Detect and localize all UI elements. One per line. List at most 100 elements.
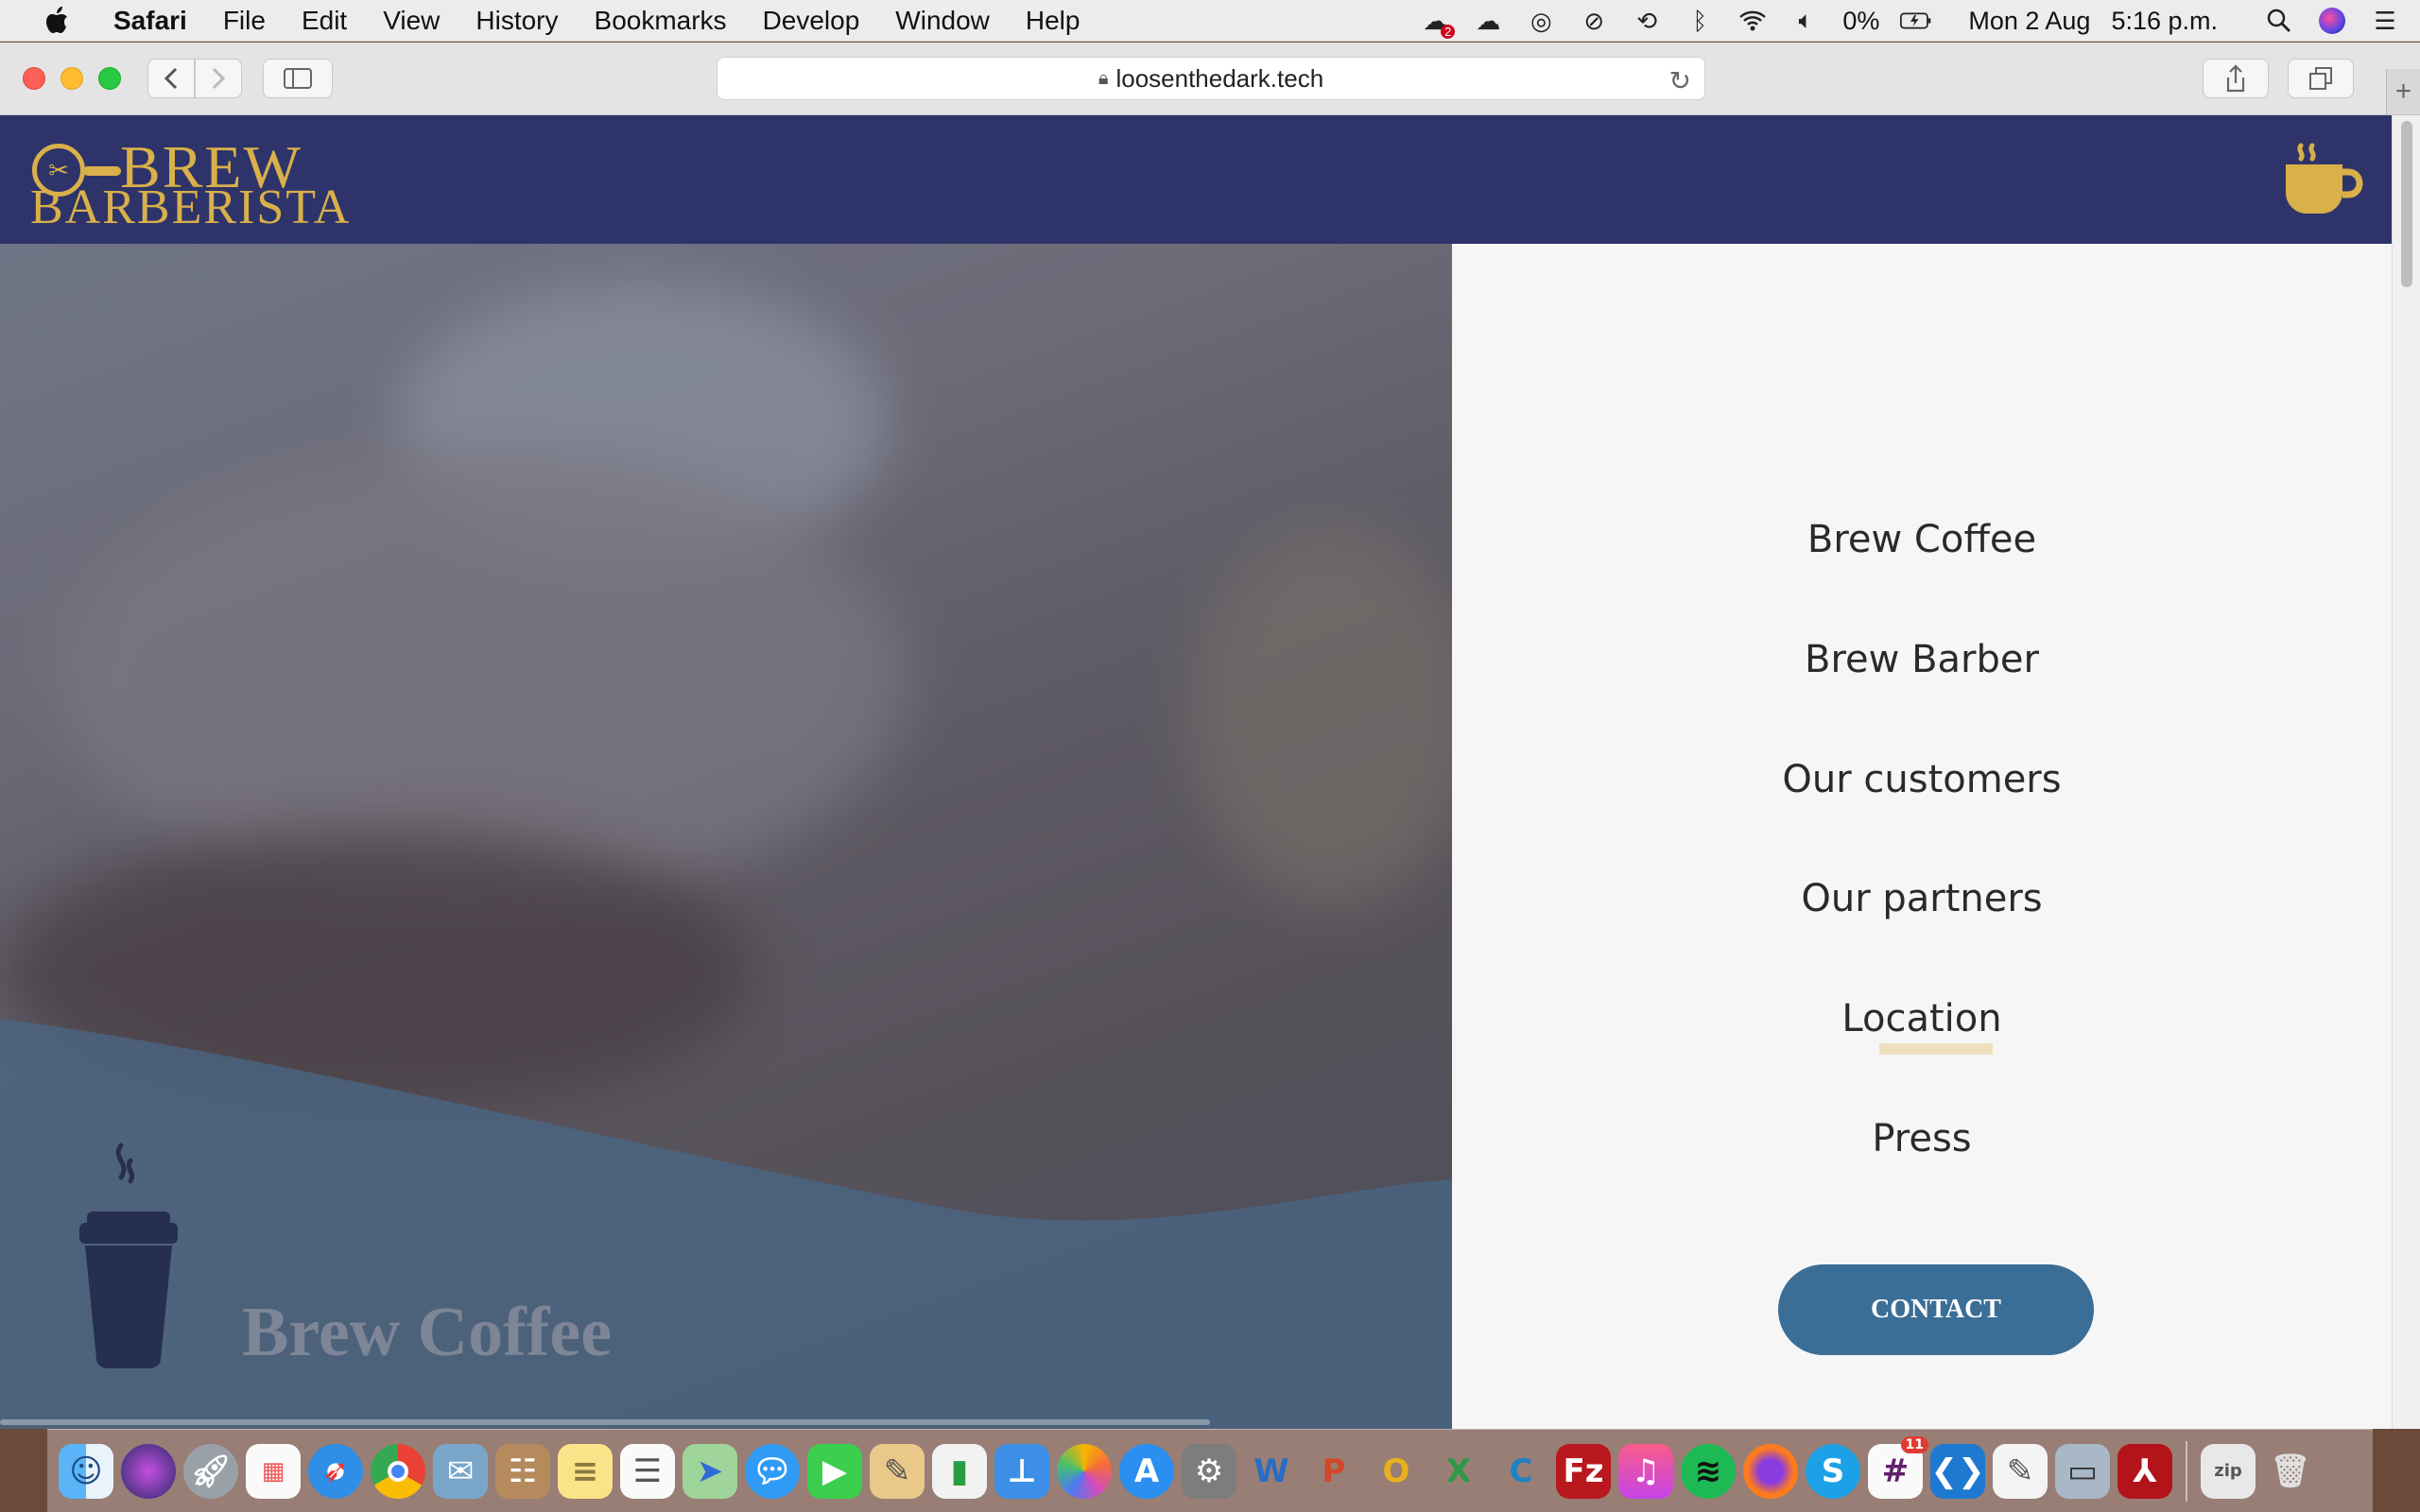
close-window-button[interactable] [23,67,45,90]
creative-cloud-icon[interactable]: ☁ 2 [1419,5,1456,39]
menu-window[interactable]: Window [895,6,990,36]
menu-bar: Safari File Edit View History Bookmarks … [0,0,2420,42]
wifi-icon[interactable] [1737,5,1769,37]
messages-icon[interactable]: 💬︎ [745,1443,800,1499]
mail-icon[interactable]: ✉ [433,1443,488,1499]
menu-edit[interactable]: Edit [302,6,347,36]
spotlight-search-icon[interactable] [2263,5,2295,37]
safari-icon[interactable]: ➶ [308,1443,363,1499]
siri-icon[interactable] [121,1443,176,1499]
menu-file[interactable]: File [223,6,266,36]
slack-icon[interactable]: #11 [1868,1435,1928,1499]
reload-icon[interactable]: ↻ [1669,65,1691,96]
coffee-cup-menu-icon[interactable] [2280,142,2365,217]
menu-link-brew-coffee[interactable]: Brew Coffee [1452,518,2392,561]
menu-link-press[interactable]: Press [1452,1117,2392,1160]
facetime-icon[interactable]: ▶ [807,1443,862,1499]
minimize-window-button[interactable] [60,67,83,90]
hero-blue-wave [0,1019,1452,1429]
vscode-icon[interactable]: ❮❯ [1930,1443,1985,1499]
site-logo[interactable]: ✂ BREW BARBERISTA [30,132,349,236]
excel-icon[interactable]: X [1431,1444,1486,1499]
new-tab-button[interactable]: + [2386,69,2420,114]
press-underline [1879,1043,1993,1055]
finder-icon[interactable]: ☺ [59,1443,113,1499]
menu-link-our-customers[interactable]: Our customers [1452,758,2392,801]
battery-percent: 0% [1842,6,1880,35]
menu-bookmarks[interactable]: Bookmarks [595,6,727,36]
siri-icon[interactable] [2316,5,2348,37]
forward-button[interactable] [195,59,242,98]
system-preferences-icon[interactable]: ⚙ [1182,1443,1236,1499]
app-store-icon[interactable]: A [1119,1443,1174,1499]
word-icon[interactable]: W [1244,1444,1299,1499]
spotify-icon[interactable]: ≋ [1681,1443,1736,1499]
notes-icon[interactable]: ≡ [558,1443,613,1499]
menu-link-our-partners[interactable]: Our partners [1452,877,2392,920]
photos-icon[interactable] [1057,1443,1112,1499]
hero-title: Brew Coffee [242,1294,613,1371]
powerpoint-icon[interactable]: P [1306,1444,1361,1499]
preview-icon[interactable]: ✎ [870,1443,925,1499]
music-icon[interactable]: ♫ [1618,1443,1673,1499]
screenshot-icon[interactable]: ▭ [2055,1443,2110,1499]
acrobat-icon[interactable]: ⅄ [2118,1443,2172,1499]
volume-icon[interactable]: 🔈︎ [1789,5,1822,37]
apple-icon[interactable] [38,6,76,35]
menu-history[interactable]: History [475,6,558,36]
time-machine-icon[interactable]: ⟲ [1631,5,1663,37]
address-bar[interactable]: 🔒︎ loosenthedark.tech ↻ [717,57,1705,100]
contacts-icon[interactable]: ☷ [495,1443,550,1499]
cloud-badge: 2 [1441,25,1456,39]
page-scrollbar[interactable] [2392,115,2420,1429]
firefox-icon[interactable] [1743,1443,1798,1499]
apps-grid-icon[interactable]: ▦ [246,1443,301,1499]
logo-barberista-text: BARBERISTA [30,180,352,234]
scrollbar-thumb[interactable] [2401,121,2412,287]
creative-cloud-sync-icon[interactable]: ◎ [1525,5,1557,37]
lock-icon: 🔒︎ [1098,67,1109,89]
url-text: loosenthedark.tech [1115,63,1324,93]
menu-view[interactable]: View [383,6,440,36]
zoom-window-button[interactable] [98,67,121,90]
numbers-icon[interactable]: ▮ [932,1443,987,1499]
archive-icon[interactable]: zip [2201,1443,2256,1499]
clock-date[interactable]: Mon 2 Aug [1968,7,2090,36]
contact-button[interactable]: CONTACT [1778,1264,2094,1355]
web-page: ✂ BREW BARBERISTA Brew Coffee Brew Coffe… [0,115,2392,1429]
menu-link-brew-barber[interactable]: Brew Barber [1452,638,2392,681]
dock: ☺ 🚀︎ ▦ ➶ ✉ ☷ ≡ ☰ ➤ 💬︎ ▶ ✎ ▮ ⊥ A ⚙ W P O … [47,1429,2373,1512]
browser-toolbar: 🔒︎ loosenthedark.tech ↻ + [0,43,2420,115]
status-area: ☁ 2 ☁ ◎ ⊘ ⟲ ᛒ 🔈︎ 0% Mon 2 Aug 5:16 p.m. ☰ [1419,0,2401,42]
keynote-icon[interactable]: ⊥ [994,1443,1049,1499]
battery-icon[interactable] [1900,5,1932,37]
site-header: ✂ BREW BARBERISTA [0,115,2392,244]
skype-icon[interactable]: S [1806,1443,1860,1499]
logo-handle [83,166,121,176]
launchpad-icon[interactable]: 🚀︎ [183,1443,238,1499]
outlook-icon[interactable]: O [1369,1444,1424,1499]
clock-time[interactable]: 5:16 p.m. [2111,7,2218,36]
menu-link-location[interactable]: Location [1452,997,2392,1040]
menu-develop[interactable]: Develop [763,6,860,36]
share-button[interactable] [2203,59,2269,98]
sidebar-toggle-button[interactable] [263,59,333,98]
maps-icon[interactable]: ➤ [683,1443,737,1499]
menu-help[interactable]: Help [1026,6,1080,36]
do-not-disturb-icon[interactable]: ⊘ [1578,5,1610,37]
textedit-icon[interactable]: ✎ [1993,1443,2048,1499]
cloud-upload-icon[interactable]: ☁ [1472,5,1504,37]
notification-center-icon[interactable]: ☰ [2369,5,2401,37]
trash-icon[interactable]: 🗑︎ [2263,1444,2318,1499]
slack-badge: 11 [1900,1435,1928,1453]
chrome-icon[interactable] [371,1443,425,1499]
coffee-to-go-icon [72,1142,185,1368]
tab-overview-button[interactable] [2288,59,2354,98]
back-button[interactable] [147,59,195,98]
bluetooth-icon[interactable]: ᛒ [1684,5,1716,37]
filezilla-icon[interactable]: Fz [1556,1443,1611,1499]
codekit-icon[interactable]: C [1494,1444,1548,1499]
hero-horizontal-scrollbar[interactable] [0,1419,1210,1425]
menu-app-name[interactable]: Safari [113,6,187,36]
reminders-icon[interactable]: ☰ [620,1443,675,1499]
